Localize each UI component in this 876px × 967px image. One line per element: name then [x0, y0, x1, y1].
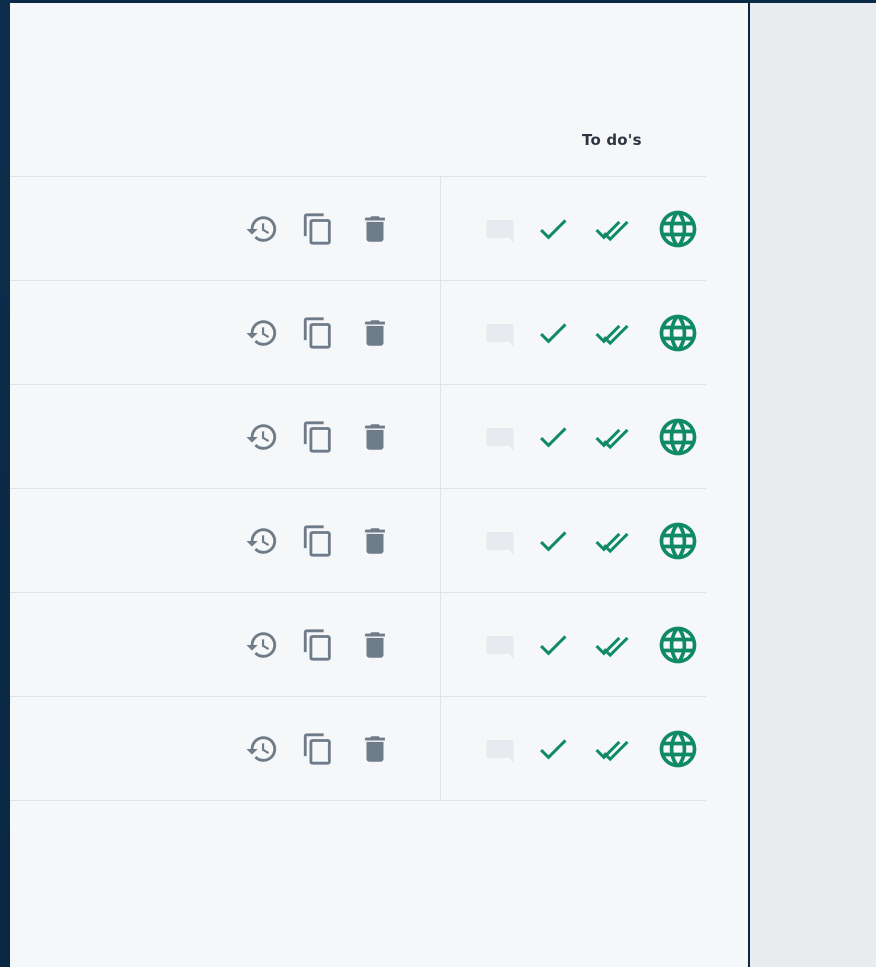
comment-icon[interactable]	[482, 315, 518, 351]
done-all-icon[interactable]	[590, 211, 634, 247]
history-icon[interactable]	[245, 420, 279, 454]
table-row	[10, 280, 706, 384]
trash-icon[interactable]	[358, 732, 392, 766]
copy-icon[interactable]	[301, 732, 335, 766]
done-all-icon[interactable]	[590, 315, 634, 351]
history-icon[interactable]	[245, 212, 279, 246]
column-divider	[440, 281, 441, 384]
window-left-frame	[0, 0, 10, 967]
check-icon[interactable]	[535, 627, 571, 663]
table-row	[10, 488, 706, 592]
trash-icon[interactable]	[358, 212, 392, 246]
table	[10, 176, 706, 801]
globe-icon[interactable]	[656, 623, 700, 667]
check-icon[interactable]	[535, 315, 571, 351]
column-header-todos: To do's	[582, 131, 642, 149]
done-all-icon[interactable]	[590, 627, 634, 663]
comment-icon[interactable]	[482, 419, 518, 455]
globe-icon[interactable]	[656, 415, 700, 459]
globe-icon[interactable]	[656, 207, 700, 251]
history-icon[interactable]	[245, 524, 279, 558]
trash-icon[interactable]	[358, 524, 392, 558]
table-row	[10, 384, 706, 488]
copy-icon[interactable]	[301, 316, 335, 350]
done-all-icon[interactable]	[590, 731, 634, 767]
column-divider	[440, 697, 441, 800]
table-row	[10, 592, 706, 696]
copy-icon[interactable]	[301, 212, 335, 246]
check-icon[interactable]	[535, 523, 571, 559]
trash-icon[interactable]	[358, 420, 392, 454]
trash-icon[interactable]	[358, 628, 392, 662]
comment-icon[interactable]	[482, 211, 518, 247]
trash-icon[interactable]	[358, 316, 392, 350]
column-divider	[440, 385, 441, 488]
check-icon[interactable]	[535, 731, 571, 767]
copy-icon[interactable]	[301, 524, 335, 558]
comment-icon[interactable]	[482, 627, 518, 663]
check-icon[interactable]	[535, 211, 571, 247]
column-divider	[440, 489, 441, 592]
right-side-area	[750, 3, 876, 967]
table-row	[10, 696, 706, 801]
copy-icon[interactable]	[301, 420, 335, 454]
history-icon[interactable]	[245, 732, 279, 766]
globe-icon[interactable]	[656, 311, 700, 355]
history-icon[interactable]	[245, 316, 279, 350]
globe-icon[interactable]	[656, 519, 700, 563]
column-divider	[440, 593, 441, 696]
check-icon[interactable]	[535, 419, 571, 455]
comment-icon[interactable]	[482, 523, 518, 559]
history-icon[interactable]	[245, 628, 279, 662]
done-all-icon[interactable]	[590, 523, 634, 559]
table-row	[10, 176, 706, 280]
column-divider	[440, 177, 441, 280]
comment-icon[interactable]	[482, 731, 518, 767]
copy-icon[interactable]	[301, 628, 335, 662]
globe-icon[interactable]	[656, 727, 700, 771]
done-all-icon[interactable]	[590, 419, 634, 455]
